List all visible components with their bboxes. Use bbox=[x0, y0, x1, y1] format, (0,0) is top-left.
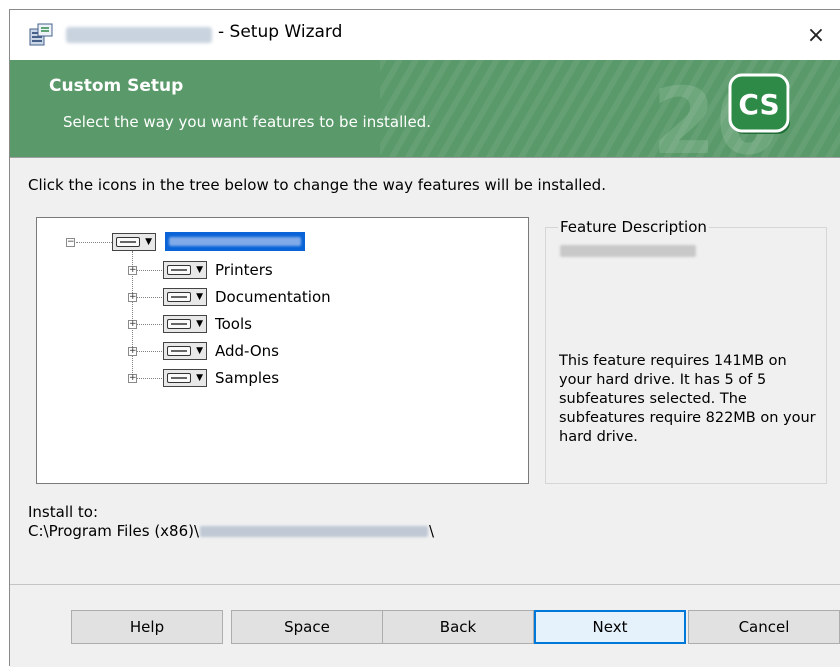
tree-item-documentation[interactable]: Documentation bbox=[215, 288, 331, 306]
install-to-label: Install to: bbox=[28, 503, 99, 521]
drive-icon bbox=[167, 292, 191, 302]
root-feature-label[interactable] bbox=[165, 232, 305, 251]
feature-tree[interactable]: − ▼ + ▼ Printers + ▼ Documentation + ▼ T… bbox=[36, 217, 529, 484]
drive-icon bbox=[167, 373, 191, 383]
banner-title: Custom Setup bbox=[49, 76, 184, 96]
title-bar[interactable]: - Setup Wizard × bbox=[10, 10, 840, 60]
samples-state-button[interactable]: ▼ bbox=[163, 369, 207, 387]
tree-item-tools[interactable]: Tools bbox=[215, 315, 252, 333]
drive-icon bbox=[167, 265, 191, 275]
expand-icon[interactable]: + bbox=[128, 293, 137, 302]
drive-icon bbox=[167, 319, 191, 329]
drive-icon bbox=[167, 346, 191, 356]
chevron-down-icon: ▼ bbox=[196, 373, 203, 383]
printers-state-button[interactable]: ▼ bbox=[163, 261, 207, 279]
next-button[interactable]: Next bbox=[534, 610, 686, 644]
header-banner: 20 Custom Setup Select the way you want … bbox=[10, 60, 840, 157]
background-strip bbox=[0, 0, 840, 9]
root-feature-state-button[interactable]: ▼ bbox=[112, 233, 156, 251]
expand-icon[interactable]: + bbox=[128, 347, 137, 356]
chevron-down-icon: ▼ bbox=[196, 319, 203, 329]
documentation-state-button[interactable]: ▼ bbox=[163, 288, 207, 306]
chevron-down-icon: ▼ bbox=[196, 346, 203, 356]
tree-item-add-ons[interactable]: Add-Ons bbox=[215, 342, 279, 360]
product-name-redacted bbox=[66, 27, 212, 43]
feature-description-text: This feature requires 141MB on your hard… bbox=[559, 353, 816, 445]
chevron-down-icon: ▼ bbox=[196, 265, 203, 275]
back-button[interactable]: Back bbox=[382, 610, 534, 644]
chevron-down-icon: ▼ bbox=[196, 292, 203, 302]
close-button[interactable]: × bbox=[792, 10, 840, 60]
help-button[interactable]: Help bbox=[71, 610, 223, 644]
collapse-icon[interactable]: − bbox=[66, 238, 75, 247]
cancel-button[interactable]: Cancel bbox=[688, 610, 840, 644]
banner-divider bbox=[10, 157, 840, 158]
space-button[interactable]: Space bbox=[231, 610, 383, 644]
tree-item-samples[interactable]: Samples bbox=[215, 369, 279, 387]
feature-name-redacted bbox=[560, 245, 696, 257]
banner-subtitle: Select the way you want features to be i… bbox=[63, 113, 431, 131]
add-ons-state-button[interactable]: ▼ bbox=[163, 342, 207, 360]
installer-icon bbox=[29, 23, 53, 46]
install-path: C:\Program Files (x86)\ \ bbox=[28, 522, 434, 540]
setup-wizard-window: - Setup Wizard × 20 Custom Setup Select … bbox=[9, 9, 840, 667]
expand-icon[interactable]: + bbox=[128, 374, 137, 383]
root-feature-name-redacted bbox=[169, 237, 301, 246]
tree-item-printers[interactable]: Printers bbox=[215, 261, 273, 279]
window-title: - Setup Wizard bbox=[218, 22, 343, 42]
install-path-prefix: C:\Program Files (x86)\ bbox=[28, 522, 200, 540]
install-path-suffix: \ bbox=[429, 522, 435, 540]
close-icon: × bbox=[806, 22, 826, 48]
feature-description-legend: Feature Description bbox=[558, 218, 709, 236]
expand-icon[interactable]: + bbox=[128, 266, 137, 275]
install-path-redacted bbox=[200, 526, 429, 537]
logo-text: CS bbox=[738, 88, 779, 121]
expand-icon[interactable]: + bbox=[128, 320, 137, 329]
tools-state-button[interactable]: ▼ bbox=[163, 315, 207, 333]
instructions-text: Click the icons in the tree below to cha… bbox=[28, 176, 606, 194]
drive-icon bbox=[116, 237, 140, 247]
cs-logo-icon: CS bbox=[728, 73, 790, 134]
chevron-down-icon: ▼ bbox=[145, 237, 152, 247]
tree-connector bbox=[76, 242, 112, 243]
